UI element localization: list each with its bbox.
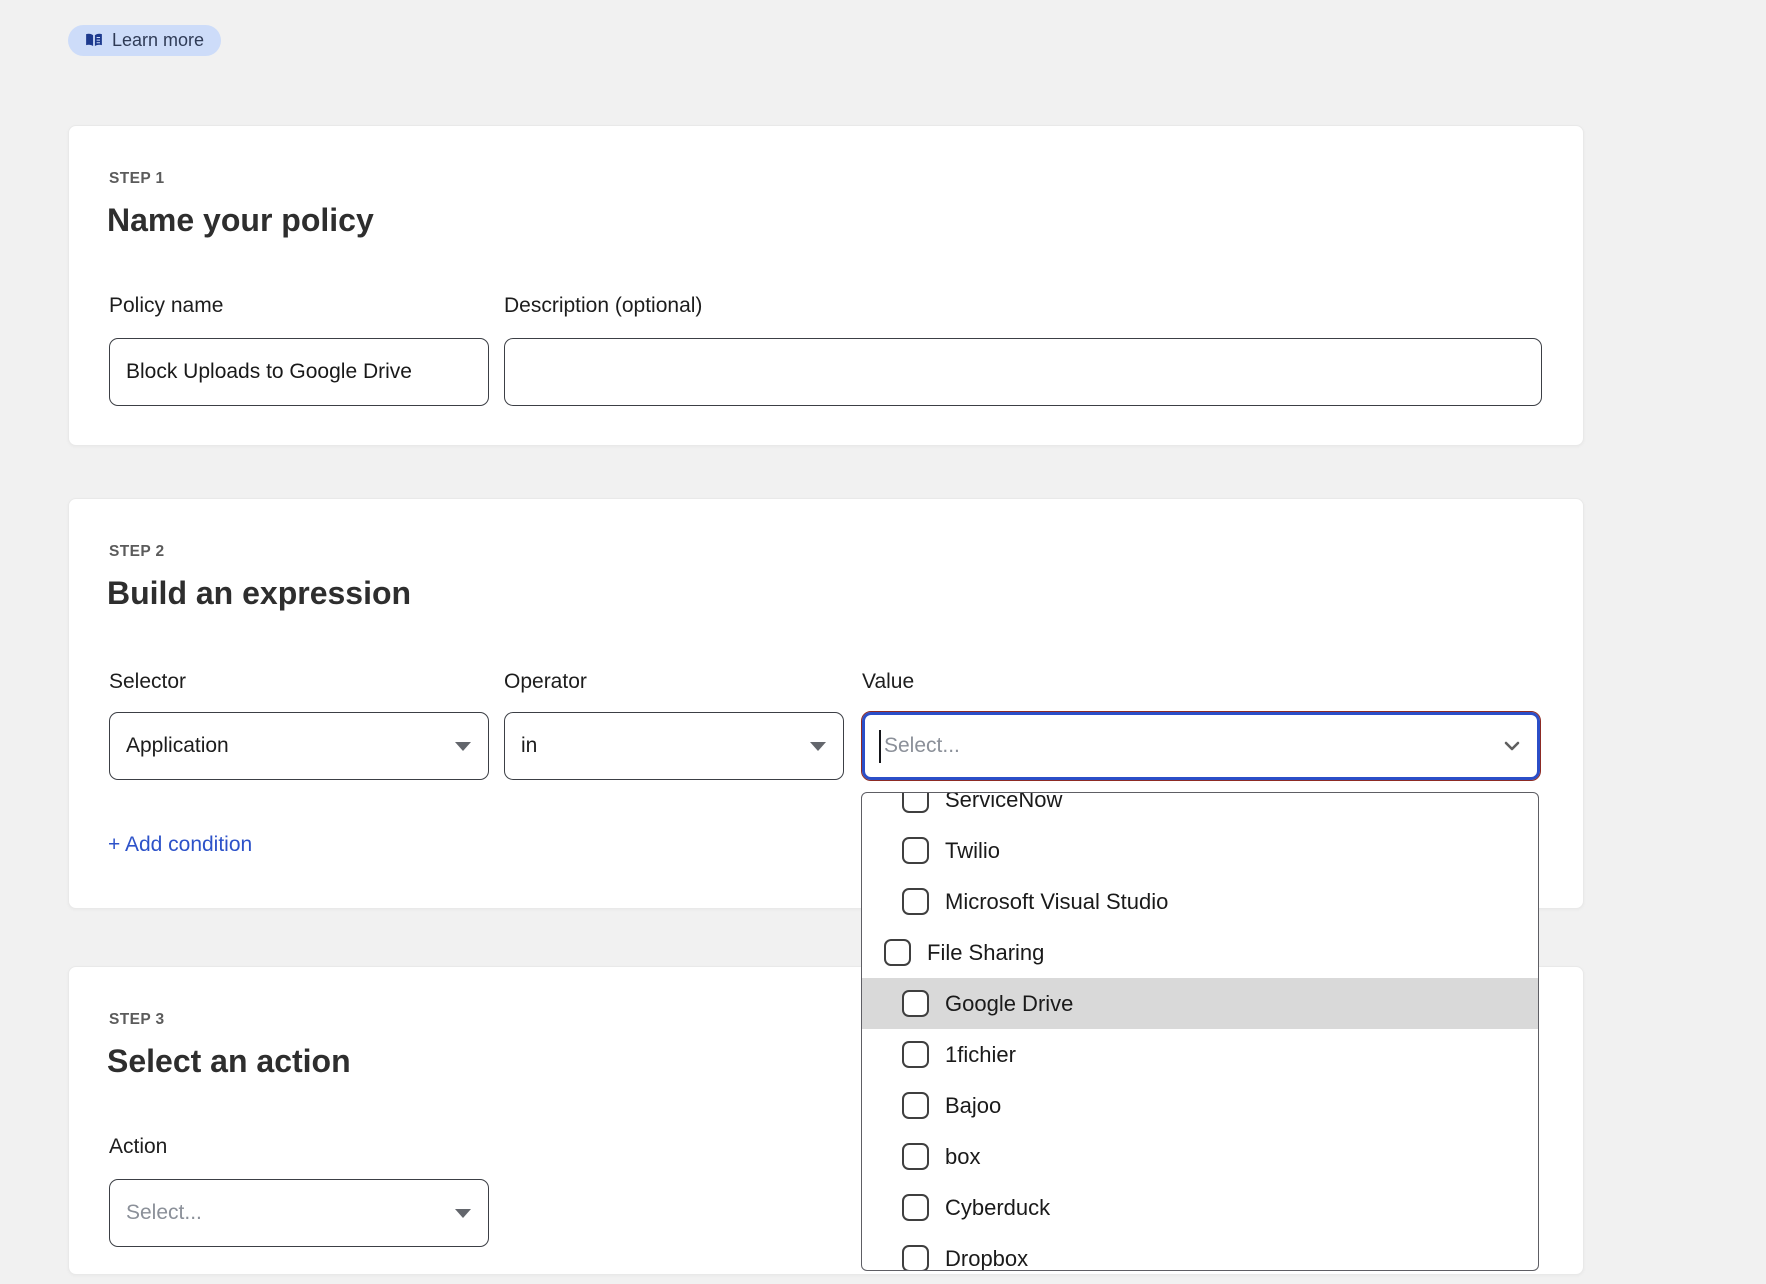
learn-more-label: Learn more (112, 30, 204, 51)
checkbox[interactable] (902, 1143, 929, 1170)
policy-name-input[interactable] (109, 338, 489, 406)
checkbox[interactable] (884, 939, 911, 966)
dropdown-option-label: Bajoo (945, 1093, 1001, 1119)
dropdown-option-label: Twilio (945, 838, 1000, 864)
value-dropdown-menu: ServiceNow Twilio Microsoft Visual Studio F… (861, 792, 1539, 1271)
policy-name-label: Policy name (109, 294, 223, 318)
dropdown-option[interactable]: Twilio (862, 825, 1538, 876)
dropdown-option[interactable]: box (862, 1131, 1538, 1182)
chevron-down-icon (1501, 735, 1523, 763)
learn-more-button[interactable]: Learn more (68, 25, 221, 56)
dropdown-option-label: ServiceNow (945, 792, 1062, 813)
selector-value: Application (126, 734, 229, 758)
step1-label: STEP 1 (109, 170, 165, 188)
dropdown-option-label: Cyberduck (945, 1195, 1050, 1221)
triangle-down-icon (455, 742, 471, 751)
step1-title: Name your policy (107, 202, 374, 239)
dropdown-option-list: ServiceNow Twilio Microsoft Visual Studio F… (862, 792, 1538, 1271)
step1-card: STEP 1 Name your policy Policy name Desc… (68, 125, 1584, 446)
value-placeholder: Select... (884, 734, 960, 758)
checkbox[interactable] (902, 1194, 929, 1221)
selector-label: Selector (109, 670, 186, 694)
add-condition-link[interactable]: + Add condition (108, 833, 252, 857)
dropdown-option[interactable]: Microsoft Visual Studio (862, 876, 1538, 927)
operator-select[interactable]: in (504, 712, 844, 780)
dropdown-option-label: 1fichier (945, 1042, 1016, 1068)
step2-title: Build an expression (107, 575, 411, 612)
checkbox[interactable] (902, 888, 929, 915)
dropdown-option-label: File Sharing (927, 940, 1044, 966)
description-label: Description (optional) (504, 294, 702, 318)
dropdown-option[interactable]: ServiceNow (862, 792, 1538, 825)
dropdown-option[interactable]: 1fichier (862, 1029, 1538, 1080)
triangle-down-icon (810, 742, 826, 751)
action-select[interactable]: Select... (109, 1179, 489, 1247)
dropdown-option[interactable]: Bajoo (862, 1080, 1538, 1131)
value-combobox[interactable]: Select... (862, 712, 1540, 780)
description-input[interactable] (504, 338, 1542, 406)
dropdown-option-label: box (945, 1144, 980, 1170)
operator-value: in (521, 734, 537, 758)
step3-title: Select an action (107, 1043, 351, 1080)
operator-label: Operator (504, 670, 587, 694)
checkbox[interactable] (902, 1041, 929, 1068)
selector-select[interactable]: Application (109, 712, 489, 780)
step3-label: STEP 3 (109, 1011, 165, 1029)
book-icon (85, 33, 103, 48)
checkbox[interactable] (902, 837, 929, 864)
action-label: Action (109, 1135, 167, 1159)
text-cursor (879, 730, 881, 763)
value-label: Value (862, 670, 914, 694)
step2-label: STEP 2 (109, 543, 165, 561)
dropdown-option[interactable]: File Sharing (862, 927, 1538, 978)
checkbox[interactable] (902, 792, 929, 813)
dropdown-option[interactable]: Dropbox (862, 1233, 1538, 1271)
action-placeholder: Select... (126, 1201, 202, 1225)
dropdown-option[interactable]: Google Drive (862, 978, 1538, 1029)
checkbox[interactable] (902, 1092, 929, 1119)
dropdown-option-label: Microsoft Visual Studio (945, 889, 1168, 915)
dropdown-option[interactable]: Cyberduck (862, 1182, 1538, 1233)
checkbox[interactable] (902, 1245, 929, 1271)
dropdown-option-label: Dropbox (945, 1246, 1028, 1272)
dropdown-option-label: Google Drive (945, 991, 1073, 1017)
checkbox[interactable] (902, 990, 929, 1017)
triangle-down-icon (455, 1209, 471, 1218)
